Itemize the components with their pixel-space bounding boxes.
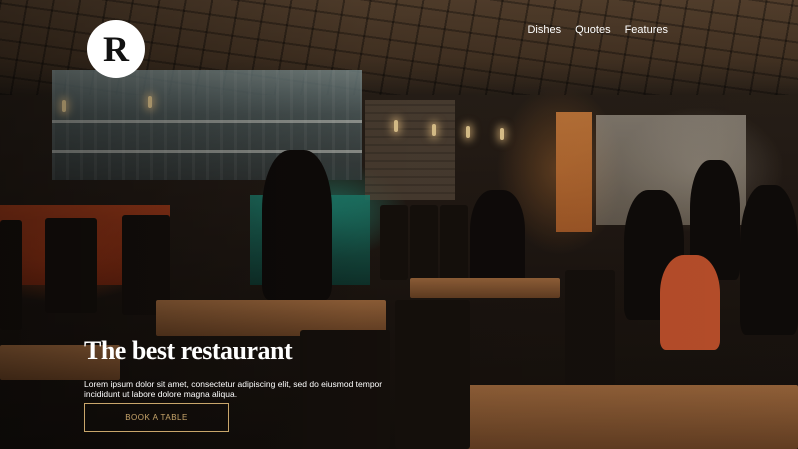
nav-link-quotes[interactable]: Quotes	[575, 24, 610, 36]
main-nav: Dishes Quotes Features	[527, 24, 668, 36]
book-table-button[interactable]: BOOK A TABLE	[84, 403, 229, 432]
hero-headline: The best restaurant	[84, 336, 293, 365]
logo-letter: R	[103, 29, 129, 69]
nav-link-dishes[interactable]: Dishes	[527, 24, 561, 36]
brand-logo[interactable]: R	[87, 20, 145, 78]
hero-lead-text: Lorem ipsum dolor sit amet, consectetur …	[84, 379, 383, 399]
nav-link-features[interactable]: Features	[625, 24, 668, 36]
